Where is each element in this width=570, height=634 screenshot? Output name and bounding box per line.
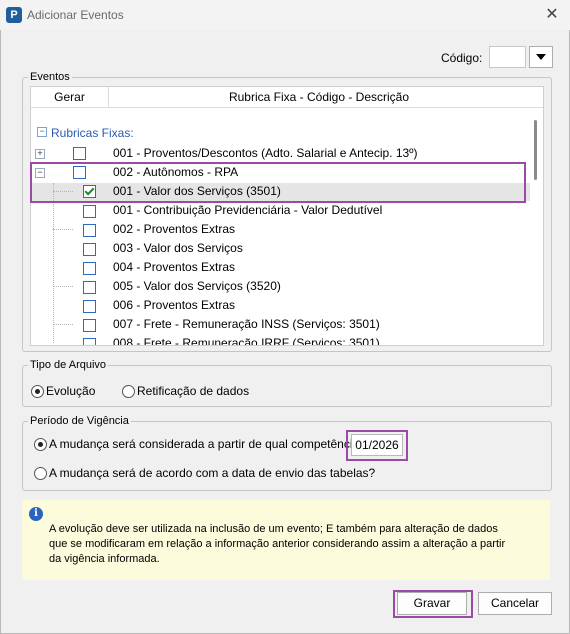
row-label[interactable]: 001 - Proventos/Descontos (Adto. Salaria… [113, 146, 418, 160]
tree-line [53, 229, 73, 230]
row-checkbox[interactable] [83, 300, 96, 313]
eventos-grid: Gerar Rubrica Fixa - Código - Descrição … [30, 86, 544, 346]
radio-data-envio-label[interactable]: A mudança será de acordo com a data de e… [49, 466, 375, 480]
radio-retificacao[interactable] [122, 385, 135, 398]
radio-competencia[interactable] [34, 438, 47, 451]
row-checkbox[interactable] [83, 262, 96, 275]
vertical-scrollbar[interactable] [531, 108, 541, 344]
row-checkbox[interactable] [83, 243, 96, 256]
row-checkbox[interactable] [73, 147, 86, 160]
row-label[interactable]: 007 - Frete - Remuneração INSS (Serviços… [113, 317, 380, 331]
row-label[interactable]: 008 - Frete - Remuneração IRRF (Serviços… [113, 336, 380, 345]
row-checkbox[interactable] [83, 205, 96, 218]
row-label[interactable]: 001 - Contribuição Previdenciária - Valo… [113, 203, 382, 217]
highlight-box [30, 162, 526, 203]
scrollbar-thumb[interactable] [534, 120, 537, 180]
save-button[interactable]: Gravar [397, 592, 467, 615]
app-icon: P [6, 7, 22, 23]
section-rubricas-fixas[interactable]: − Rubricas Fixas: [37, 126, 237, 140]
codigo-dropdown-button[interactable] [529, 46, 553, 68]
column-header-gerar[interactable]: Gerar [31, 87, 109, 107]
codigo-input[interactable] [489, 46, 526, 68]
row-label[interactable]: 005 - Valor dos Serviços (3520) [113, 279, 281, 293]
competencia-input[interactable]: 01/2026 [351, 434, 403, 456]
info-panel: i A evolução deve ser utilizada na inclu… [22, 500, 550, 580]
radio-competencia-label[interactable]: A mudança será considerada a partir de q… [49, 437, 366, 451]
dropdown-arrow-icon [536, 54, 546, 60]
radio-retificacao-label[interactable]: Retificação de dados [137, 384, 249, 398]
radio-evolucao-label[interactable]: Evolução [46, 384, 95, 398]
window-title: Adicionar Eventos [27, 8, 124, 22]
row-label[interactable]: 003 - Valor dos Serviços [113, 241, 243, 255]
expand-icon[interactable]: + [35, 149, 45, 159]
radio-evolucao[interactable] [31, 385, 44, 398]
tipo-arquivo-group: Tipo de Arquivo [22, 359, 552, 407]
grid-header: Gerar Rubrica Fixa - Código - Descrição [31, 87, 543, 108]
tipo-arquivo-legend: Tipo de Arquivo [30, 359, 107, 371]
row-checkbox[interactable] [83, 281, 96, 294]
row-checkbox[interactable] [83, 224, 96, 237]
tree-line [53, 286, 73, 287]
codigo-label: Código: [441, 51, 483, 65]
periodo-legend: Período de Vigência [30, 415, 129, 427]
info-line: A evolução deve ser utilizada na inclusã… [49, 523, 498, 535]
row-checkbox[interactable] [83, 319, 96, 332]
cancel-button[interactable]: Cancelar [478, 592, 552, 615]
info-line: da vigência informada. [49, 553, 160, 565]
collapse-icon[interactable]: − [37, 127, 47, 137]
info-line: que se modificaram em relação a informaç… [49, 538, 506, 550]
info-icon: i [29, 507, 43, 521]
close-icon[interactable]: ✕ [540, 4, 564, 26]
eventos-legend: Eventos [30, 71, 70, 83]
row-label[interactable]: 006 - Proventos Extras [113, 298, 235, 312]
tree-line [53, 324, 73, 325]
row-label[interactable]: 002 - Proventos Extras [113, 222, 235, 236]
section-label: Rubricas Fixas: [51, 126, 134, 140]
radio-data-envio[interactable] [34, 467, 47, 480]
tree-line [53, 183, 54, 343]
row-checkbox[interactable] [83, 338, 96, 345]
info-text: A evolução deve ser utilizada na inclusã… [49, 522, 529, 567]
row-label[interactable]: 004 - Proventos Extras [113, 260, 235, 274]
column-header-rubrica[interactable]: Rubrica Fixa - Código - Descrição [109, 87, 529, 107]
